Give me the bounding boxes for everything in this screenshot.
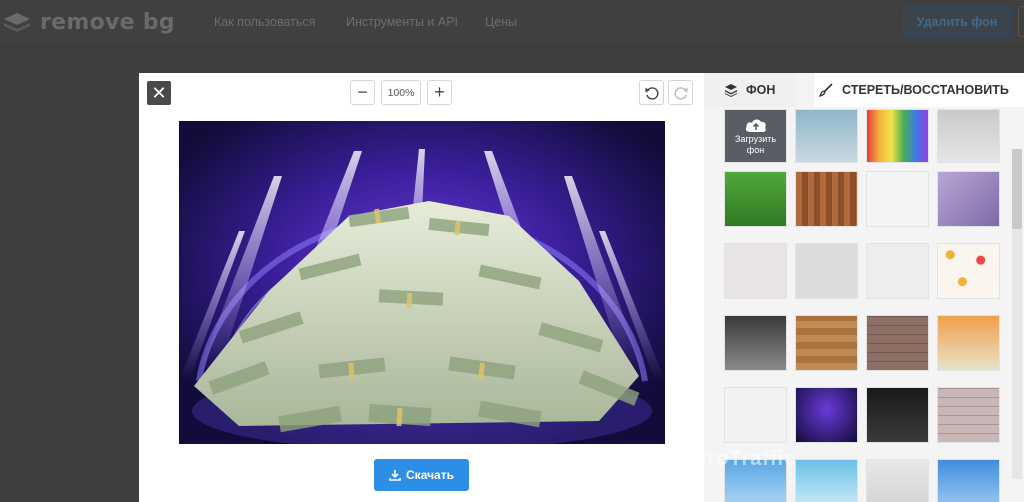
preview-image	[179, 121, 665, 444]
zoom-level: 100%	[381, 80, 421, 105]
background-thumbnail[interactable]	[795, 109, 858, 163]
upload-label-line2: фон	[746, 145, 765, 155]
background-panel: ФОН СТЕРЕТЬ/ВОССТАНОВИТЬ Загрузить фон	[704, 73, 1024, 502]
upload-label-line1: Загрузить	[734, 133, 777, 144]
scrollbar-thumb[interactable]	[1012, 149, 1022, 229]
undo-button[interactable]	[639, 80, 664, 105]
logo-text: remove bg	[40, 9, 175, 35]
remove-background-button[interactable]: Удалить фон	[903, 6, 1011, 37]
background-thumbnail[interactable]	[866, 171, 929, 227]
logo[interactable]: remove bg	[0, 8, 175, 36]
zoom-in-button[interactable]: +	[427, 80, 452, 105]
download-icon	[389, 470, 401, 481]
background-thumbnail[interactable]	[866, 387, 929, 443]
top-nav: remove bg Как пользоваться Инструменты и…	[0, 0, 1024, 44]
login-button[interactable]	[1018, 6, 1024, 37]
redo-icon	[674, 86, 687, 100]
nav-link-pricing[interactable]: Цены	[485, 15, 517, 29]
undo-icon	[645, 86, 658, 100]
background-thumbnail[interactable]	[866, 459, 929, 502]
watermark: ProTraffic	[693, 448, 797, 470]
background-thumbnail[interactable]	[866, 315, 929, 371]
background-thumbnail[interactable]	[724, 315, 787, 371]
cloud-upload-icon	[745, 119, 766, 132]
brush-icon	[818, 83, 833, 98]
background-thumbnail[interactable]	[795, 387, 858, 443]
background-thumbnail[interactable]	[724, 243, 787, 299]
background-thumbnail[interactable]	[937, 315, 1000, 371]
nav-link-tools-api[interactable]: Инструменты и API	[346, 15, 458, 29]
background-thumbnail[interactable]	[937, 243, 1000, 299]
background-thumbnail[interactable]	[795, 243, 858, 299]
tab-erase-restore[interactable]: СТЕРЕТЬ/ВОССТАНОВИТЬ	[814, 73, 1024, 107]
logo-icon	[0, 8, 34, 36]
zoom-controls: − 100% +	[350, 80, 452, 105]
background-thumbnail[interactable]	[795, 171, 858, 227]
background-thumbnail[interactable]	[937, 109, 1000, 163]
background-thumbnail[interactable]	[866, 109, 929, 163]
download-label: Скачать	[406, 468, 454, 482]
nav-link-how-to[interactable]: Как пользоваться	[214, 15, 315, 29]
background-thumbnail[interactable]	[937, 171, 1000, 227]
layers-icon	[725, 84, 737, 97]
tab-background[interactable]: ФОН	[704, 73, 796, 107]
tab-erase-label: СТЕРЕТЬ/ВОССТАНОВИТЬ	[842, 83, 1009, 97]
upload-background-button[interactable]: Загрузить фон	[724, 109, 787, 163]
background-thumbnail[interactable]	[795, 315, 858, 371]
background-grid: Загрузить фон	[724, 109, 1004, 502]
editor-modal: ✕ − 100% + Скачать ФОН СТЕРЕТЬ/ВОССТАНОВ…	[139, 73, 1024, 502]
close-button[interactable]: ✕	[147, 81, 171, 105]
background-thumbnail[interactable]	[724, 387, 787, 443]
background-thumbnail[interactable]	[795, 459, 858, 502]
download-button[interactable]: Скачать	[374, 459, 469, 491]
background-thumbnail[interactable]	[866, 243, 929, 299]
background-thumbnail[interactable]	[937, 387, 1000, 443]
redo-button[interactable]	[668, 80, 693, 105]
background-thumbnail[interactable]	[724, 171, 787, 227]
background-thumbnail[interactable]	[937, 459, 1000, 502]
zoom-out-button[interactable]: −	[350, 80, 375, 105]
tab-background-label: ФОН	[746, 83, 776, 97]
